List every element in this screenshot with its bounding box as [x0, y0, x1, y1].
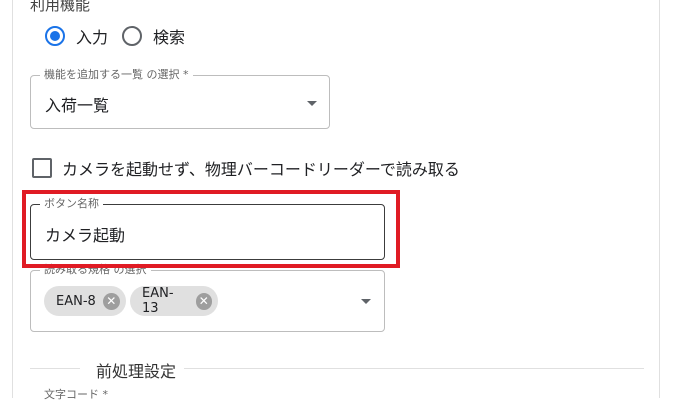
radio-search[interactable]: 検索: [122, 24, 185, 48]
mode-radio-group: 入力 検索: [45, 24, 199, 48]
feature-list-select[interactable]: 機能を追加する一覧 の選択 * 入荷一覧: [30, 68, 330, 129]
section-divider: [184, 368, 644, 369]
radio-search-label: 検索: [153, 28, 186, 47]
next-field-label: 文字コード *: [44, 388, 108, 401]
barcode-reader-checkbox-row[interactable]: カメラを起動せず、物理バーコードリーダーで読み取る: [32, 156, 460, 180]
preprocess-section-title: 前処理設定: [90, 358, 183, 382]
chip-remove-icon[interactable]: ✕: [102, 292, 120, 310]
dropdown-arrow-icon[interactable]: [307, 101, 317, 106]
radio-input-label: 入力: [76, 28, 109, 47]
feature-list-select-value: 入荷一覧: [45, 96, 110, 115]
chip-remove-icon[interactable]: ✕: [195, 292, 212, 310]
chip-ean-8: EAN-8 ✕: [44, 286, 126, 316]
highlight-box: [22, 190, 400, 268]
radio-unchecked-icon[interactable]: [122, 26, 143, 46]
section-divider: [30, 368, 80, 369]
feature-list-select-legend: 機能を追加する一覧 の選択 *: [40, 68, 193, 82]
checkbox-icon[interactable]: [32, 158, 52, 178]
chip-label: EAN-8: [56, 293, 96, 309]
chip-label: EAN-13: [142, 286, 174, 316]
chip-ean-13: EAN-13 ✕: [130, 286, 218, 316]
radio-checked-icon[interactable]: [45, 26, 65, 46]
section-label: 利用機能: [30, 0, 91, 14]
dropdown-arrow-icon[interactable]: [361, 299, 371, 304]
barcode-reader-checkbox-label: カメラを起動せず、物理バーコードリーダーで読み取る: [62, 160, 460, 179]
radio-input[interactable]: 入力: [45, 24, 108, 48]
